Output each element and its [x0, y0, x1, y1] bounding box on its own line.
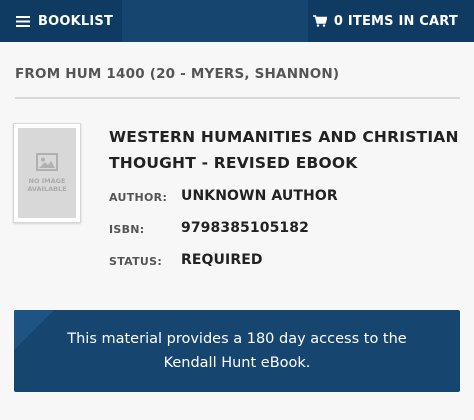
author-value: UNKNOWN AUTHOR — [181, 188, 338, 204]
course-section-title: FROM HUM 1400 (20 - MYERS, SHANNON) — [15, 66, 340, 82]
menu-icon — [16, 15, 30, 27]
image-icon — [36, 153, 58, 171]
isbn-label: ISBN: — [109, 223, 145, 236]
no-image-text: NO IMAGE AVAILABLE — [27, 177, 67, 193]
notice-text: This material provides a 180 day access … — [67, 331, 407, 371]
section-divider — [15, 97, 460, 99]
cart-icon — [312, 15, 327, 27]
access-notice: This material provides a 180 day access … — [14, 310, 460, 392]
booklist-label: BOOKLIST — [38, 13, 114, 29]
book-thumbnail: NO IMAGE AVAILABLE — [13, 123, 81, 223]
thumbnail-placeholder: NO IMAGE AVAILABLE — [18, 128, 76, 218]
booklist-tab[interactable]: BOOKLIST — [0, 0, 122, 42]
top-nav-bar: BOOKLIST 0 ITEMS IN CART — [0, 0, 474, 42]
author-label: AUTHOR: — [109, 191, 168, 204]
status-label: STATUS: — [109, 255, 163, 268]
cart-label: 0 ITEMS IN CART — [333, 13, 458, 29]
status-value: REQUIRED — [181, 252, 263, 268]
cart-button[interactable]: 0 ITEMS IN CART — [308, 0, 474, 42]
isbn-value: 9798385105182 — [181, 220, 309, 236]
book-title: WESTERN HUMANITIES AND CHRISTIAN THOUGHT… — [109, 128, 459, 172]
notice-corner-decoration — [14, 310, 54, 350]
